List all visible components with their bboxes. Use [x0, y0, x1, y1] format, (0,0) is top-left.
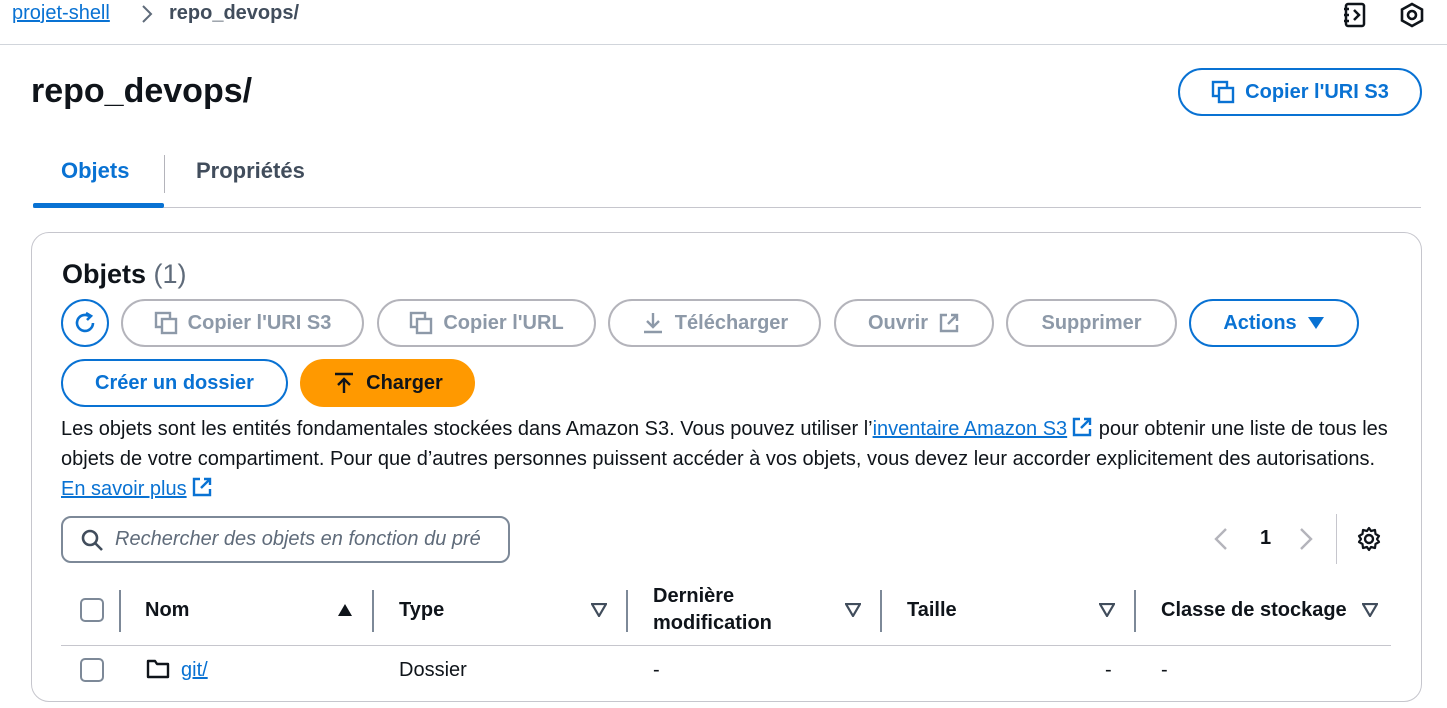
column-divider: [880, 590, 882, 632]
gear-icon[interactable]: [1356, 526, 1382, 552]
tab-objets[interactable]: Objets: [61, 158, 129, 184]
tab-proprietes[interactable]: Propriétés: [196, 158, 305, 184]
search-icon: [81, 529, 103, 551]
sort-icon[interactable]: [845, 603, 861, 617]
copy-icon: [154, 311, 177, 335]
download-button[interactable]: Télécharger: [608, 299, 821, 347]
column-divider: [1134, 590, 1136, 632]
upload-icon: [335, 372, 354, 393]
copy-icon: [410, 311, 433, 335]
download-icon: [643, 313, 662, 334]
download-label: Télécharger: [674, 311, 789, 334]
column-divider: [626, 590, 628, 632]
select-all-checkbox[interactable]: [80, 598, 104, 622]
pagination-divider: [1336, 514, 1337, 564]
external-link-icon: [939, 313, 959, 333]
copy-url-label: Copier l'URL: [443, 311, 564, 334]
learn-more-link[interactable]: En savoir plus: [61, 478, 187, 500]
row-modified: -: [653, 659, 660, 681]
external-link-icon: [192, 477, 211, 497]
copy-s3-uri-header-button[interactable]: Copier l'URI S3: [1178, 68, 1422, 116]
row-name: git/: [181, 659, 208, 682]
s3-inventory-link[interactable]: inventaire Amazon S3: [873, 418, 1068, 440]
create-folder-label: Créer un dossier: [95, 371, 254, 394]
column-header-name[interactable]: Nom: [145, 599, 189, 622]
notebook-icon[interactable]: [1342, 2, 1368, 28]
copy-s3-uri-header-label: Copier l'URI S3: [1245, 80, 1389, 103]
objects-title: Objets: [62, 259, 147, 289]
page-title: repo_devops/: [31, 72, 253, 110]
folder-link[interactable]: git/: [181, 659, 208, 681]
sort-icon[interactable]: [1099, 603, 1115, 617]
top-bar: projet-shell repo_devops/: [0, 0, 1447, 45]
chevron-right-icon: [142, 5, 153, 23]
copy-url-button[interactable]: Copier l'URL: [377, 299, 596, 347]
open-button[interactable]: Ouvrir: [834, 299, 994, 347]
hexagon-settings-icon[interactable]: [1399, 2, 1425, 28]
sort-ascending-icon[interactable]: [337, 603, 353, 617]
copy-s3-uri-label: Copier l'URI S3: [187, 311, 332, 334]
delete-button[interactable]: Supprimer: [1006, 299, 1177, 347]
copy-icon: [1211, 80, 1235, 104]
breadcrumb-current: repo_devops/: [169, 2, 300, 24]
folder-icon: [146, 659, 170, 679]
column-divider: [372, 590, 374, 632]
row-size: -: [1105, 659, 1112, 681]
row-type: Dossier: [399, 659, 467, 681]
row-storage-class: -: [1161, 659, 1168, 681]
upload-label: Charger: [366, 371, 443, 394]
sort-icon[interactable]: [591, 603, 607, 617]
tab-divider: [164, 155, 165, 193]
row-checkbox[interactable]: [80, 658, 104, 682]
tabs-baseline: [33, 207, 1421, 208]
caret-down-icon: [1307, 317, 1324, 329]
actions-label: Actions: [1223, 311, 1297, 334]
objects-count: (1): [153, 259, 187, 289]
sort-icon[interactable]: [1362, 603, 1378, 617]
active-tab-indicator: [33, 203, 164, 208]
search-placeholder: Rechercher des objets en fonction du pré: [115, 528, 481, 550]
actions-dropdown[interactable]: Actions: [1189, 299, 1359, 347]
column-header-type[interactable]: Type: [399, 599, 444, 622]
column-header-storage-class[interactable]: Classe de stockage: [1161, 599, 1347, 622]
open-label: Ouvrir: [867, 311, 929, 334]
column-header-modified-1[interactable]: Dernière: [653, 585, 734, 608]
pagination-next-icon[interactable]: [1298, 527, 1314, 551]
upload-button[interactable]: Charger: [300, 359, 475, 407]
pagination-current-page[interactable]: 1: [1260, 527, 1271, 550]
refresh-icon: [75, 311, 95, 333]
breadcrumb-parent-link[interactable]: projet-shell: [12, 2, 110, 25]
search-input[interactable]: Rechercher des objets en fonction du pré: [61, 516, 510, 563]
table-header-border: [61, 645, 1391, 646]
column-header-modified-2[interactable]: modification: [653, 612, 772, 635]
delete-label: Supprimer: [1041, 311, 1142, 334]
objects-panel-title: Objets (1): [62, 259, 187, 290]
description-text-1: Les objets sont les entités fondamentale…: [61, 418, 873, 440]
create-folder-button[interactable]: Créer un dossier: [61, 359, 288, 407]
column-divider: [119, 590, 121, 632]
pagination-prev-icon[interactable]: [1213, 527, 1229, 551]
objects-description: Les objets sont les entités fondamentale…: [61, 414, 1391, 504]
refresh-button[interactable]: [61, 299, 109, 347]
column-header-size[interactable]: Taille: [907, 599, 957, 622]
external-link-icon: [1072, 417, 1092, 437]
copy-s3-uri-button[interactable]: Copier l'URI S3: [121, 299, 364, 347]
